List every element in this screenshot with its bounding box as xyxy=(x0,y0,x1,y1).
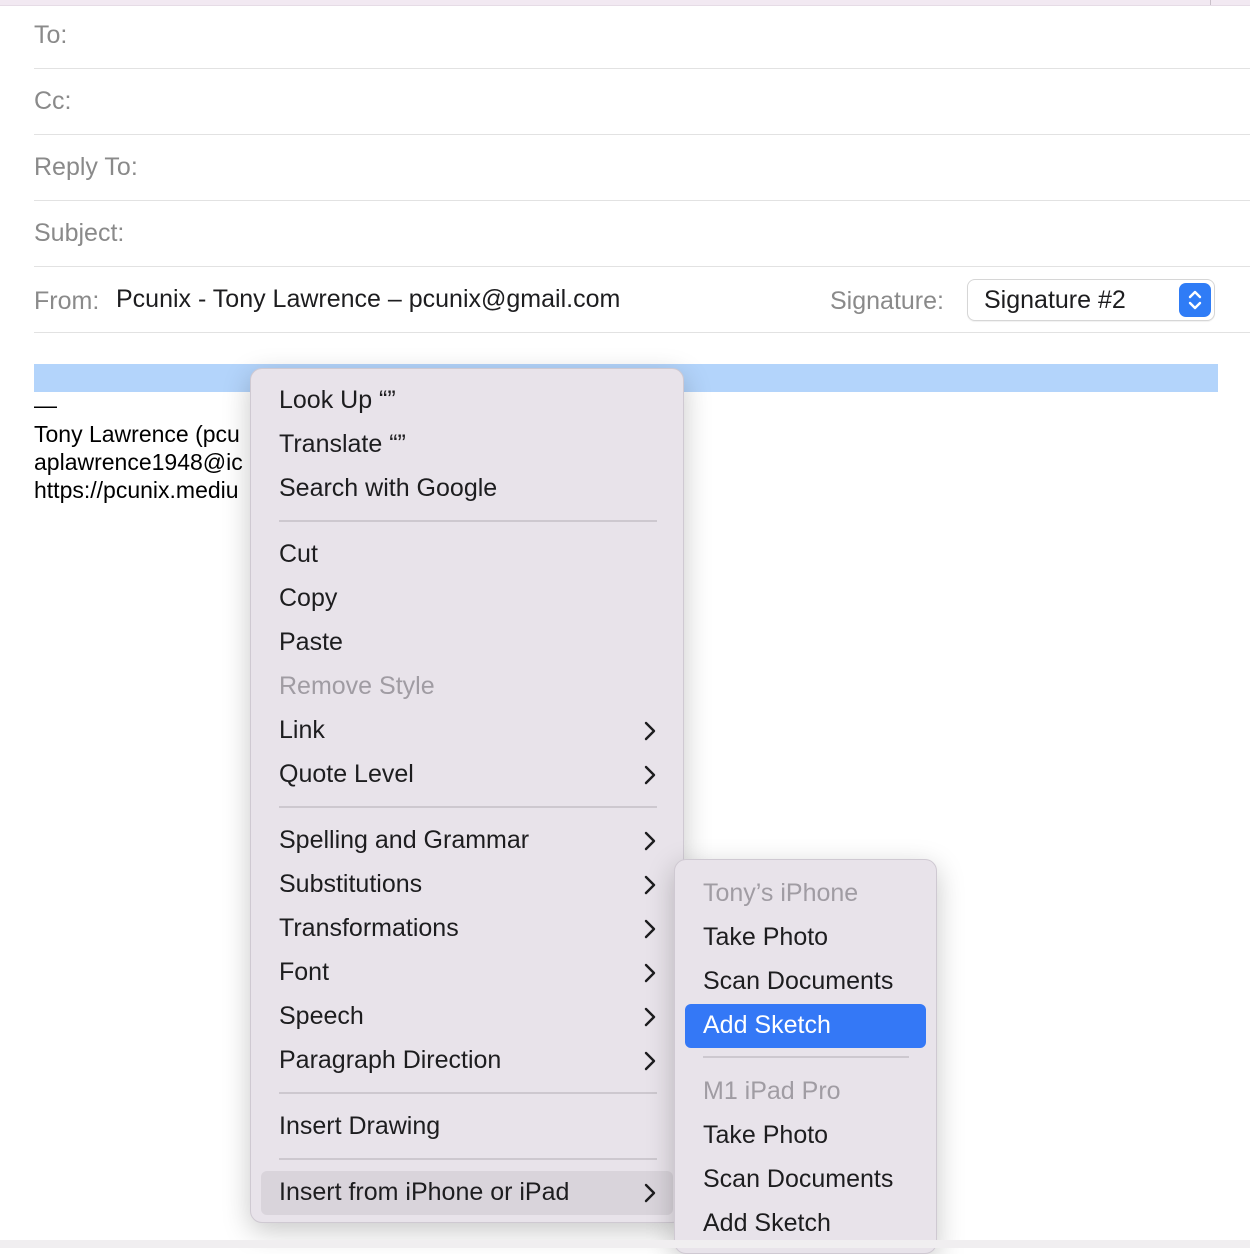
menu-item-speech[interactable]: Speech xyxy=(261,995,673,1039)
menu-separator xyxy=(279,1092,657,1094)
menu-item-insert-from-iphone-ipad[interactable]: Insert from iPhone or iPad xyxy=(261,1171,673,1215)
menu-item-quote-level[interactable]: Quote Level xyxy=(261,753,673,797)
chevron-right-icon xyxy=(644,875,656,895)
menu-item-label: Search with Google xyxy=(279,474,498,502)
menu-separator xyxy=(279,1158,657,1160)
menu-item-label: Cut xyxy=(279,540,318,568)
menu-item-label: Speech xyxy=(279,1002,364,1030)
chevron-right-icon xyxy=(644,1183,656,1203)
menu-separator xyxy=(279,806,657,808)
menu-item-label: Spelling and Grammar xyxy=(279,826,530,854)
cc-row[interactable]: Cc: xyxy=(34,69,1250,135)
menu-item-look-up[interactable]: Look Up “” xyxy=(261,379,673,423)
body-signature-name[interactable]: Tony Lawrence (pcu xyxy=(34,421,240,448)
menu-item-label: Paragraph Direction xyxy=(279,1046,502,1074)
submenu-item-ipad-scan-documents[interactable]: Scan Documents xyxy=(685,1158,926,1202)
subject-label: Subject: xyxy=(34,219,125,247)
menu-item-label: Translate “” xyxy=(279,430,406,458)
menu-item-label: Link xyxy=(279,716,325,744)
continuity-camera-submenu: Tony’s iPhone Take Photo Scan Documents … xyxy=(674,859,937,1254)
menu-item-paste[interactable]: Paste xyxy=(261,621,673,665)
menu-item-label: Take Photo xyxy=(703,923,829,951)
menu-separator xyxy=(279,520,657,522)
menu-item-label: Paste xyxy=(279,628,343,656)
reply-to-row[interactable]: Reply To: xyxy=(34,135,1250,201)
menu-item-label: Remove Style xyxy=(279,672,435,700)
context-menu: Look Up “” Translate “” Search with Goog… xyxy=(250,368,684,1223)
menu-item-search-google[interactable]: Search with Google xyxy=(261,467,673,511)
menu-item-label: Take Photo xyxy=(703,1121,829,1149)
menu-item-label: Add Sketch xyxy=(703,1209,831,1237)
from-account-popup[interactable]: Pcunix - Tony Lawrence – pcunix@gmail.co… xyxy=(116,285,620,314)
signature-label: Signature: xyxy=(830,287,944,315)
signature-value: Signature #2 xyxy=(984,286,1126,314)
menu-item-label: Insert from iPhone or iPad xyxy=(279,1178,570,1206)
section-header-label: M1 iPad Pro xyxy=(703,1077,841,1105)
chevron-right-icon xyxy=(644,1051,656,1071)
menu-item-label: Transformations xyxy=(279,914,459,942)
body-signature-email[interactable]: aplawrence1948@ic xyxy=(34,449,243,476)
menu-item-spelling-grammar[interactable]: Spelling and Grammar xyxy=(261,819,673,863)
menu-item-label: Copy xyxy=(279,584,338,612)
submenu-item-iphone-scan-documents[interactable]: Scan Documents xyxy=(685,960,926,1004)
menu-item-substitutions[interactable]: Substitutions xyxy=(261,863,673,907)
menu-item-paragraph-direction[interactable]: Paragraph Direction xyxy=(261,1039,673,1083)
submenu-item-ipad-take-photo[interactable]: Take Photo xyxy=(685,1114,926,1158)
menu-item-cut[interactable]: Cut xyxy=(261,533,673,577)
menu-item-insert-drawing[interactable]: Insert Drawing xyxy=(261,1105,673,1149)
menu-item-label: Scan Documents xyxy=(703,967,894,995)
reply-to-label: Reply To: xyxy=(34,153,138,181)
submenu-section-m1-ipad-pro: M1 iPad Pro xyxy=(685,1070,926,1114)
submenu-item-iphone-take-photo[interactable]: Take Photo xyxy=(685,916,926,960)
section-header-label: Tony’s iPhone xyxy=(703,879,859,907)
chevron-right-icon xyxy=(644,831,656,851)
from-row: From: Pcunix - Tony Lawrence – pcunix@gm… xyxy=(34,267,1250,333)
menu-item-transformations[interactable]: Transformations xyxy=(261,907,673,951)
up-down-chevron-icon xyxy=(1179,283,1211,317)
submenu-section-tonys-iphone: Tony’s iPhone xyxy=(685,872,926,916)
subject-row[interactable]: Subject: xyxy=(34,201,1250,267)
body-signature-url[interactable]: https://pcunix.mediu xyxy=(34,477,239,504)
cc-label: Cc: xyxy=(34,87,72,115)
chevron-right-icon xyxy=(644,721,656,741)
menu-item-remove-style: Remove Style xyxy=(261,665,673,709)
chevron-right-icon xyxy=(644,919,656,939)
chevron-right-icon xyxy=(644,963,656,983)
signature-dash: — xyxy=(34,392,57,418)
menu-item-label: Scan Documents xyxy=(703,1165,894,1193)
menu-item-font[interactable]: Font xyxy=(261,951,673,995)
menu-item-label: Add Sketch xyxy=(703,1011,831,1039)
signature-select[interactable]: Signature #2 xyxy=(967,279,1215,321)
window-bottom-edge xyxy=(0,1240,1250,1248)
menu-item-label: Font xyxy=(279,958,330,986)
chevron-right-icon xyxy=(644,765,656,785)
submenu-item-iphone-add-sketch[interactable]: Add Sketch xyxy=(685,1004,926,1048)
menu-item-label: Look Up “” xyxy=(279,386,396,414)
menu-item-label: Quote Level xyxy=(279,760,414,788)
menu-item-link[interactable]: Link xyxy=(261,709,673,753)
menu-item-label: Substitutions xyxy=(279,870,423,898)
to-label: To: xyxy=(34,21,68,49)
menu-item-translate[interactable]: Translate “” xyxy=(261,423,673,467)
menu-item-copy[interactable]: Copy xyxy=(261,577,673,621)
menu-separator xyxy=(703,1056,909,1058)
to-row[interactable]: To: xyxy=(34,3,1250,69)
chevron-right-icon xyxy=(644,1007,656,1027)
from-label: From: xyxy=(34,287,100,315)
menu-item-label: Insert Drawing xyxy=(279,1112,441,1140)
